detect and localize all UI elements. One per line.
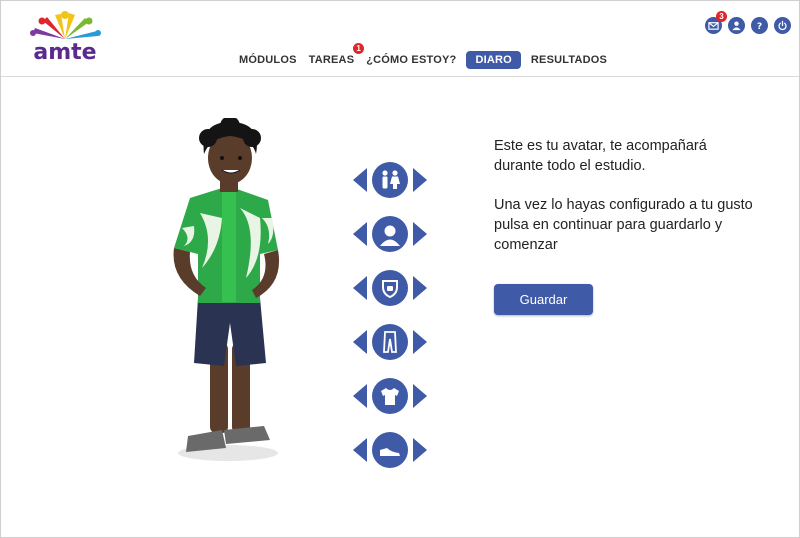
top-header: amte MÓDULOS TAREAS 1 ¿CÓMO ESTOY? DIARO… [1,1,799,77]
option-row-shoes [353,423,427,477]
pants-icon [372,324,408,360]
gender-icon [372,162,408,198]
prev-shoes-button[interactable] [353,438,367,462]
next-body-button[interactable] [413,276,427,300]
nav-item-resultados[interactable]: RESULTADOS [525,51,613,69]
profile-button[interactable] [728,17,745,34]
save-button[interactable]: Guardar [494,284,593,315]
option-row-pants [353,315,427,369]
option-row-body [353,261,427,315]
instructions: Este es tu avatar, te acompañará durante… [494,136,754,274]
nav-item-label: ¿CÓMO ESTOY? [366,54,457,66]
face-icon [372,216,408,252]
next-shoes-button[interactable] [413,438,427,462]
prev-shirt-button[interactable] [353,384,367,408]
nav-item-label: TAREAS [308,54,355,66]
avatar-preview [173,118,280,461]
nav-item-label: RESULTADOS [530,54,608,66]
top-icon-bar: 3 ? [705,11,791,34]
instructions-paragraph: Este es tu avatar, te acompañará durante… [494,138,707,174]
save-button-label: Guardar [519,292,568,307]
nav-item-modulos[interactable]: MÓDULOS [233,51,303,69]
prev-face-button[interactable] [353,222,367,246]
mail-icon [708,22,719,30]
amte-logo[interactable]: amte [25,9,105,69]
next-shirt-button[interactable] [413,384,427,408]
messages-button[interactable]: 3 [705,11,727,34]
shoe-icon [372,432,408,468]
prev-pants-button[interactable] [353,330,367,354]
prev-gender-button[interactable] [353,168,367,192]
option-row-face [353,207,427,261]
user-icon [732,21,741,31]
next-face-button[interactable] [413,222,427,246]
messages-badge: 3 [716,11,727,22]
svg-text:?: ? [757,21,762,31]
help-icon: ? [757,21,762,31]
nav-item-label: MÓDULOS [239,54,297,66]
help-button[interactable]: ? [751,17,768,34]
shirt-icon [372,378,408,414]
prev-body-button[interactable] [353,276,367,300]
nav-item-diaro[interactable]: DIARO [466,51,521,69]
logout-button[interactable] [774,17,791,34]
nav-item-como-estoy[interactable]: ¿CÓMO ESTOY? [360,51,462,69]
main-nav: MÓDULOS TAREAS 1 ¿CÓMO ESTOY? DIARO RESU… [233,43,613,69]
nav-item-tareas[interactable]: TAREAS 1 [303,43,365,69]
logo-text: amte [33,40,96,65]
instructions-paragraph: Una vez lo hayas configurado a tu gusto … [494,197,753,253]
nav-item-label: DIARO [475,54,512,66]
next-gender-button[interactable] [413,168,427,192]
option-row-gender [353,153,427,207]
body-icon [372,270,408,306]
option-row-shirt [353,369,427,423]
avatar-options [353,153,427,477]
power-icon [778,20,787,31]
next-pants-button[interactable] [413,330,427,354]
